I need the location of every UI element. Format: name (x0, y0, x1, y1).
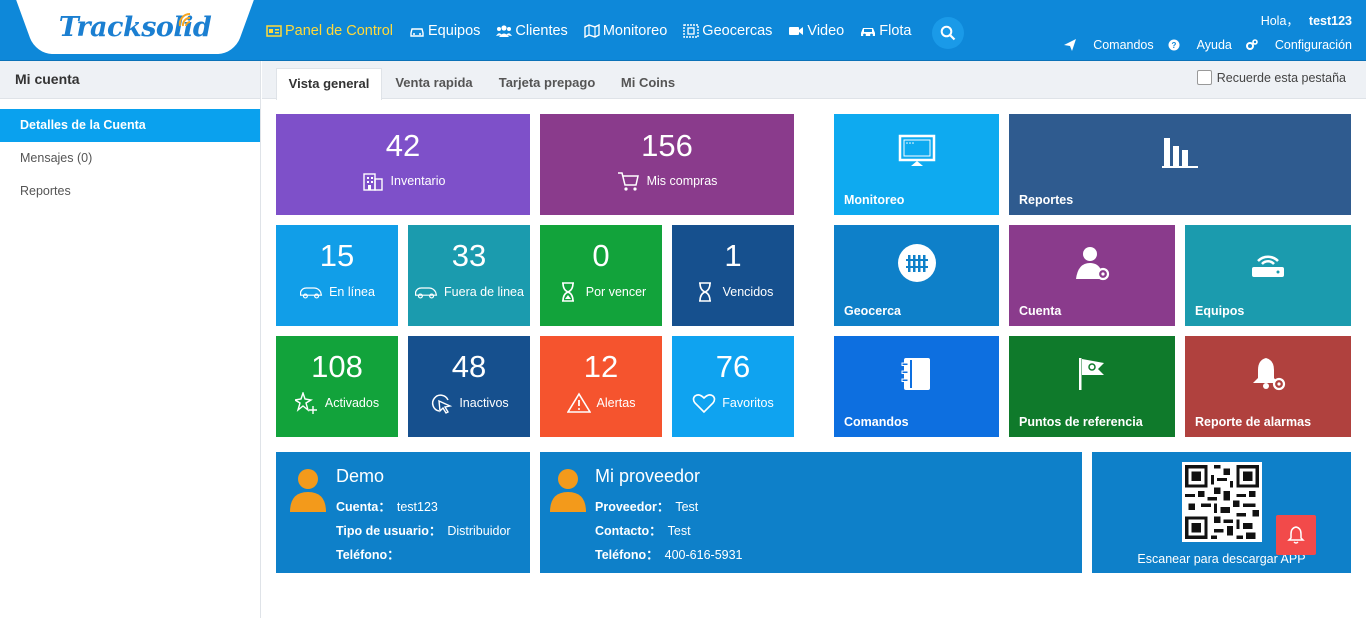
nav-video[interactable]: Video (788, 23, 844, 39)
tab-prepaid-card[interactable]: Tarjeta prepago (492, 68, 602, 100)
commands-link[interactable]: Comandos (1064, 38, 1154, 52)
gears-icon (1245, 39, 1258, 50)
video-icon (788, 24, 804, 38)
warning-icon (566, 392, 591, 413)
notebook-icon (901, 358, 930, 390)
top-header: Tracksolid Panel de Control Equipos Clie… (0, 0, 1366, 61)
nav-clients[interactable]: Clientes (496, 23, 568, 39)
greeting: Hola， test123 (1260, 14, 1352, 28)
provider-value: Test (675, 500, 699, 514)
remember-tab-checkbox[interactable] (1196, 70, 1212, 85)
demo-account-value: test123 (396, 500, 438, 514)
sidebar-item-reports[interactable]: Reportes (0, 175, 260, 208)
main-nav: Panel de Control Equipos Clientes Monito… (266, 0, 928, 61)
monitor-icon (898, 134, 935, 166)
app-devices[interactable]: Equipos (1185, 225, 1351, 326)
avatar-icon (290, 469, 326, 512)
remember-tab-option[interactable]: Recuerde esta pestaña (1196, 70, 1346, 85)
heart-icon (693, 394, 716, 414)
dashboard-icon (266, 24, 282, 38)
router-icon (1252, 255, 1284, 277)
app-alarm-report[interactable]: Reporte de alarmas (1185, 336, 1351, 437)
provider-card: Mi proveedor Proveedor： Test Contacto： Tes… (540, 452, 1082, 573)
tab-bar: Vista general Venta rapida Tarjeta prepa… (262, 61, 1366, 100)
users-icon (496, 24, 513, 38)
qr-code-icon[interactable] (1182, 462, 1262, 542)
tile-favorites[interactable]: 76 Favoritos (672, 336, 794, 437)
tile-purchases[interactable]: 156 Mis compras (540, 114, 794, 215)
tab-my-coins[interactable]: Mi Coins (614, 68, 682, 100)
nav-geofences[interactable]: Geocercas (683, 23, 772, 39)
app-monitoring[interactable]: Monitoreo (834, 114, 999, 215)
tile-online[interactable]: 15 En línea (276, 225, 398, 326)
fence-icon (897, 244, 936, 282)
account-sidebar: Mi cuenta Detalles de la Cuenta Mensajes… (0, 61, 261, 618)
bar-chart-icon (1162, 138, 1198, 168)
app-reports[interactable]: Reportes (1009, 114, 1351, 215)
tile-offline[interactable]: 33 Fuera de linea (408, 225, 530, 326)
map-icon (584, 23, 600, 38)
provider-card-title: Mi proveedor (595, 466, 701, 486)
app-geofence[interactable]: Geocerca (834, 225, 999, 326)
nav-dashboard[interactable]: Panel de Control (266, 23, 393, 39)
demo-card: Demo Cuenta： test123 Tipo de usuario： Dist… (276, 452, 530, 573)
geofence-icon (683, 23, 699, 38)
tab-quick-sale[interactable]: Venta rapida (388, 68, 480, 100)
tile-inactive[interactable]: 48 Inactivos (408, 336, 530, 437)
nav-monitoring[interactable]: Monitoreo (584, 23, 667, 39)
tile-inventory[interactable]: 42 Inventario (276, 114, 530, 215)
building-icon (362, 173, 383, 191)
bell-icon (1287, 526, 1305, 544)
avatar-icon (550, 469, 586, 512)
tab-overview[interactable]: Vista general (276, 68, 382, 100)
car-icon (409, 24, 425, 38)
logo-track-text: Track (58, 11, 142, 43)
app-account[interactable]: Cuenta (1009, 225, 1175, 326)
help-link[interactable]: ? Ayuda (1168, 38, 1232, 52)
flag-icon (1079, 358, 1104, 390)
nav-devices[interactable]: Equipos (409, 23, 480, 39)
hourglass-icon (561, 282, 574, 302)
provider-phone-value: 400-616-5931 (664, 548, 743, 562)
provider-contact-value: Test (667, 524, 691, 538)
car-outline-icon (300, 287, 323, 299)
sidebar-title: Mi cuenta (0, 61, 260, 99)
config-link[interactable]: Configuración (1245, 38, 1352, 52)
demo-card-title: Demo (336, 466, 385, 486)
tile-expired[interactable]: 1 Vencidos (672, 225, 794, 326)
tile-alerts[interactable]: 12 Alertas (540, 336, 662, 437)
tile-expiring[interactable]: 0 Por vencer (540, 225, 662, 326)
app-commands[interactable]: Comandos (834, 336, 999, 437)
tile-activated[interactable]: 108 Activados (276, 336, 398, 437)
search-icon (940, 25, 956, 41)
user-area: Hola， test123 Comandos ? Ayuda Configuraci… (1050, 10, 1352, 52)
sidebar-item-messages[interactable]: Mensajes (0) (0, 142, 260, 175)
hourglass-icon (698, 282, 711, 302)
send-icon (1064, 39, 1077, 51)
sparkle-icon (294, 392, 317, 414)
car-outline-icon (415, 287, 438, 299)
search-button[interactable] (932, 17, 964, 49)
svg-text:?: ? (1171, 41, 1176, 50)
signal-wave-icon (178, 12, 191, 27)
fleet-icon (860, 24, 876, 38)
nav-fleet[interactable]: Flota (860, 23, 912, 39)
cart-icon (617, 172, 639, 191)
username[interactable]: test123 (1309, 14, 1352, 28)
user-gear-icon (1076, 247, 1110, 281)
app-points-of-reference[interactable]: Puntos de referencia (1009, 336, 1175, 437)
sidebar-item-account-details[interactable]: Detalles de la Cuenta (0, 109, 260, 142)
logo[interactable]: Tracksolid (40, 0, 230, 54)
cursor-click-icon (432, 394, 453, 414)
notification-bell-button[interactable] (1276, 515, 1316, 555)
help-icon: ? (1168, 39, 1180, 51)
bell-gear-icon (1253, 358, 1286, 391)
demo-type-value: Distribuidor (447, 524, 511, 538)
